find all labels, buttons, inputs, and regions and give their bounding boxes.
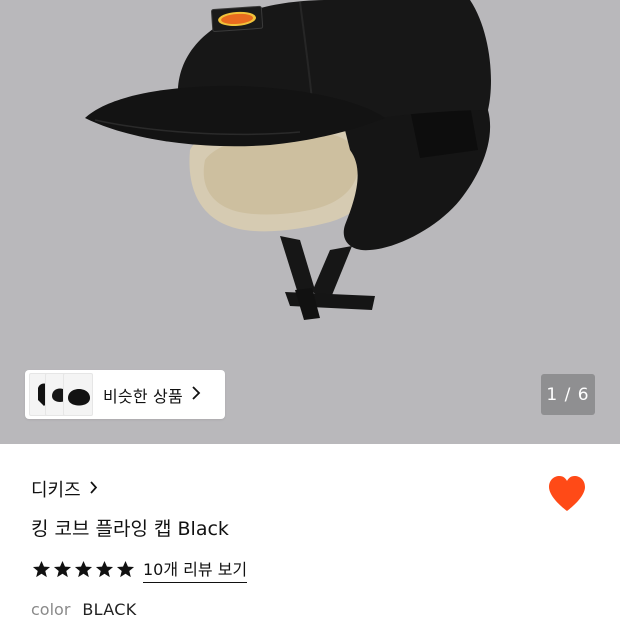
rating-stars: [32, 560, 135, 579]
brand-name: 디키즈: [31, 480, 81, 501]
rating-row: 10개 리뷰 보기: [32, 556, 248, 583]
similar-products-label: 비슷한 상품: [103, 386, 183, 406]
star-icon: [95, 560, 114, 578]
product-title: 킹 코브 플라잉 캡 Black: [31, 518, 229, 540]
star-icon: [32, 560, 51, 578]
similar-thumbnail: [63, 373, 93, 416]
star-icon: [53, 560, 72, 578]
similar-products-button[interactable]: 비슷한 상품: [25, 370, 225, 419]
chevron-right-icon: [191, 385, 201, 405]
similar-thumbnails: [25, 370, 95, 419]
chevron-right-icon: [89, 480, 98, 499]
color-label: color: [31, 600, 71, 619]
review-link[interactable]: 10개 리뷰 보기: [143, 556, 248, 583]
brand-link[interactable]: 디키즈: [31, 476, 98, 502]
heart-icon: [549, 476, 585, 511]
color-option: color BLACK: [31, 600, 137, 619]
star-icon: [116, 560, 135, 578]
color-value: BLACK: [82, 600, 137, 619]
image-pager-indicator: 1 / 6: [541, 374, 595, 415]
wishlist-button[interactable]: [546, 474, 588, 514]
product-image-gallery[interactable]: 비슷한 상품 1 / 6: [0, 0, 620, 444]
star-icon: [74, 560, 93, 578]
